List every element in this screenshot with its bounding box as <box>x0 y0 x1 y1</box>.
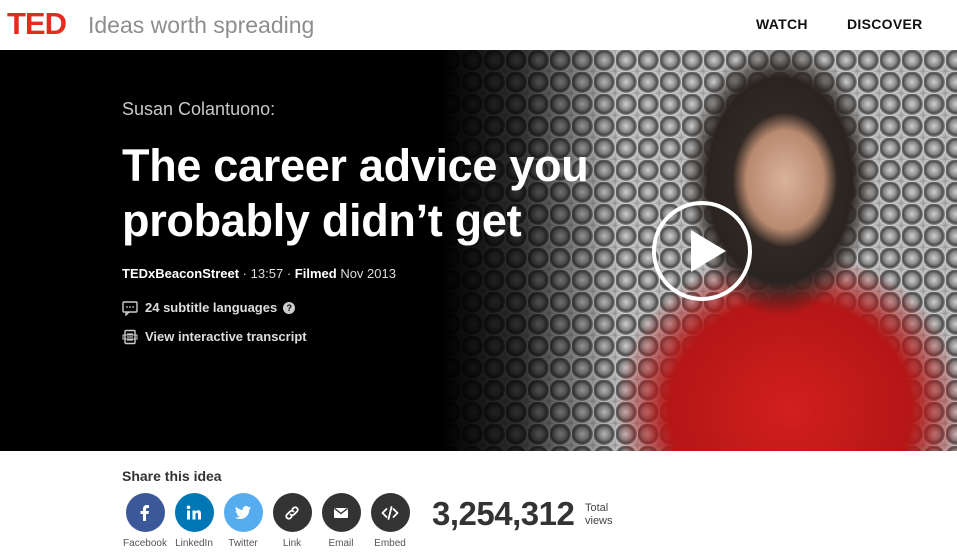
share-twitter-button[interactable]: Twitter <box>223 493 263 549</box>
filmed-date: Nov 2013 <box>340 266 396 281</box>
twitter-icon <box>223 493 263 532</box>
share-facebook-button[interactable]: Facebook <box>123 493 167 549</box>
site-tagline: Ideas worth spreading <box>88 12 315 38</box>
hero-fade <box>440 50 620 451</box>
facebook-icon <box>125 493 165 532</box>
help-icon[interactable]: ? <box>283 302 296 314</box>
share-heading: Share this idea <box>122 468 222 484</box>
play-button[interactable] <box>652 201 752 301</box>
share-embed-label: Embed <box>374 538 406 549</box>
linkedin-icon <box>174 493 214 532</box>
event-name[interactable]: TEDxBeaconStreet <box>122 266 239 281</box>
transcript-icon <box>122 329 138 345</box>
ted-logo[interactable]: TED <box>7 8 67 40</box>
meta-separator: · <box>286 266 292 281</box>
subtitle-languages-label: 24 subtitle languages <box>145 300 278 315</box>
embed-icon <box>370 493 410 532</box>
total-views-label: Total views <box>585 502 613 527</box>
nav-watch[interactable]: WATCH <box>756 16 808 32</box>
interactive-transcript-label: View interactive transcript <box>145 329 307 344</box>
share-link-button[interactable]: Link <box>272 493 312 549</box>
talk-hero: Susan Colantuono: The career advice you … <box>0 50 957 451</box>
link-icon <box>272 493 312 532</box>
subtitles-icon <box>122 300 138 317</box>
meta-separator: · <box>242 266 248 281</box>
filmed-label: Filmed <box>294 266 337 281</box>
play-icon <box>691 230 726 272</box>
total-views-count: 3,254,312 <box>432 495 575 532</box>
share-email-button[interactable]: Email <box>321 493 361 549</box>
interactive-transcript-link[interactable]: View interactive transcript <box>122 329 307 345</box>
speaker-name: Susan Colantuono: <box>122 99 276 119</box>
talk-title: The career advice you probably didn’t ge… <box>122 140 589 246</box>
site-header: TED Ideas worth spreading WATCH DISCOVER <box>0 0 957 50</box>
nav-discover[interactable]: DISCOVER <box>847 16 923 32</box>
talk-duration: 13:57 <box>250 266 284 281</box>
subtitle-languages-link[interactable]: 24 subtitle languages ? <box>122 300 296 317</box>
email-icon <box>321 493 361 532</box>
talk-meta: TEDxBeaconStreet · 13:57 · Filmed Nov 20… <box>122 266 396 282</box>
share-embed-button[interactable]: Embed <box>370 493 410 549</box>
share-linkedin-button[interactable]: LinkedIn <box>174 493 214 549</box>
